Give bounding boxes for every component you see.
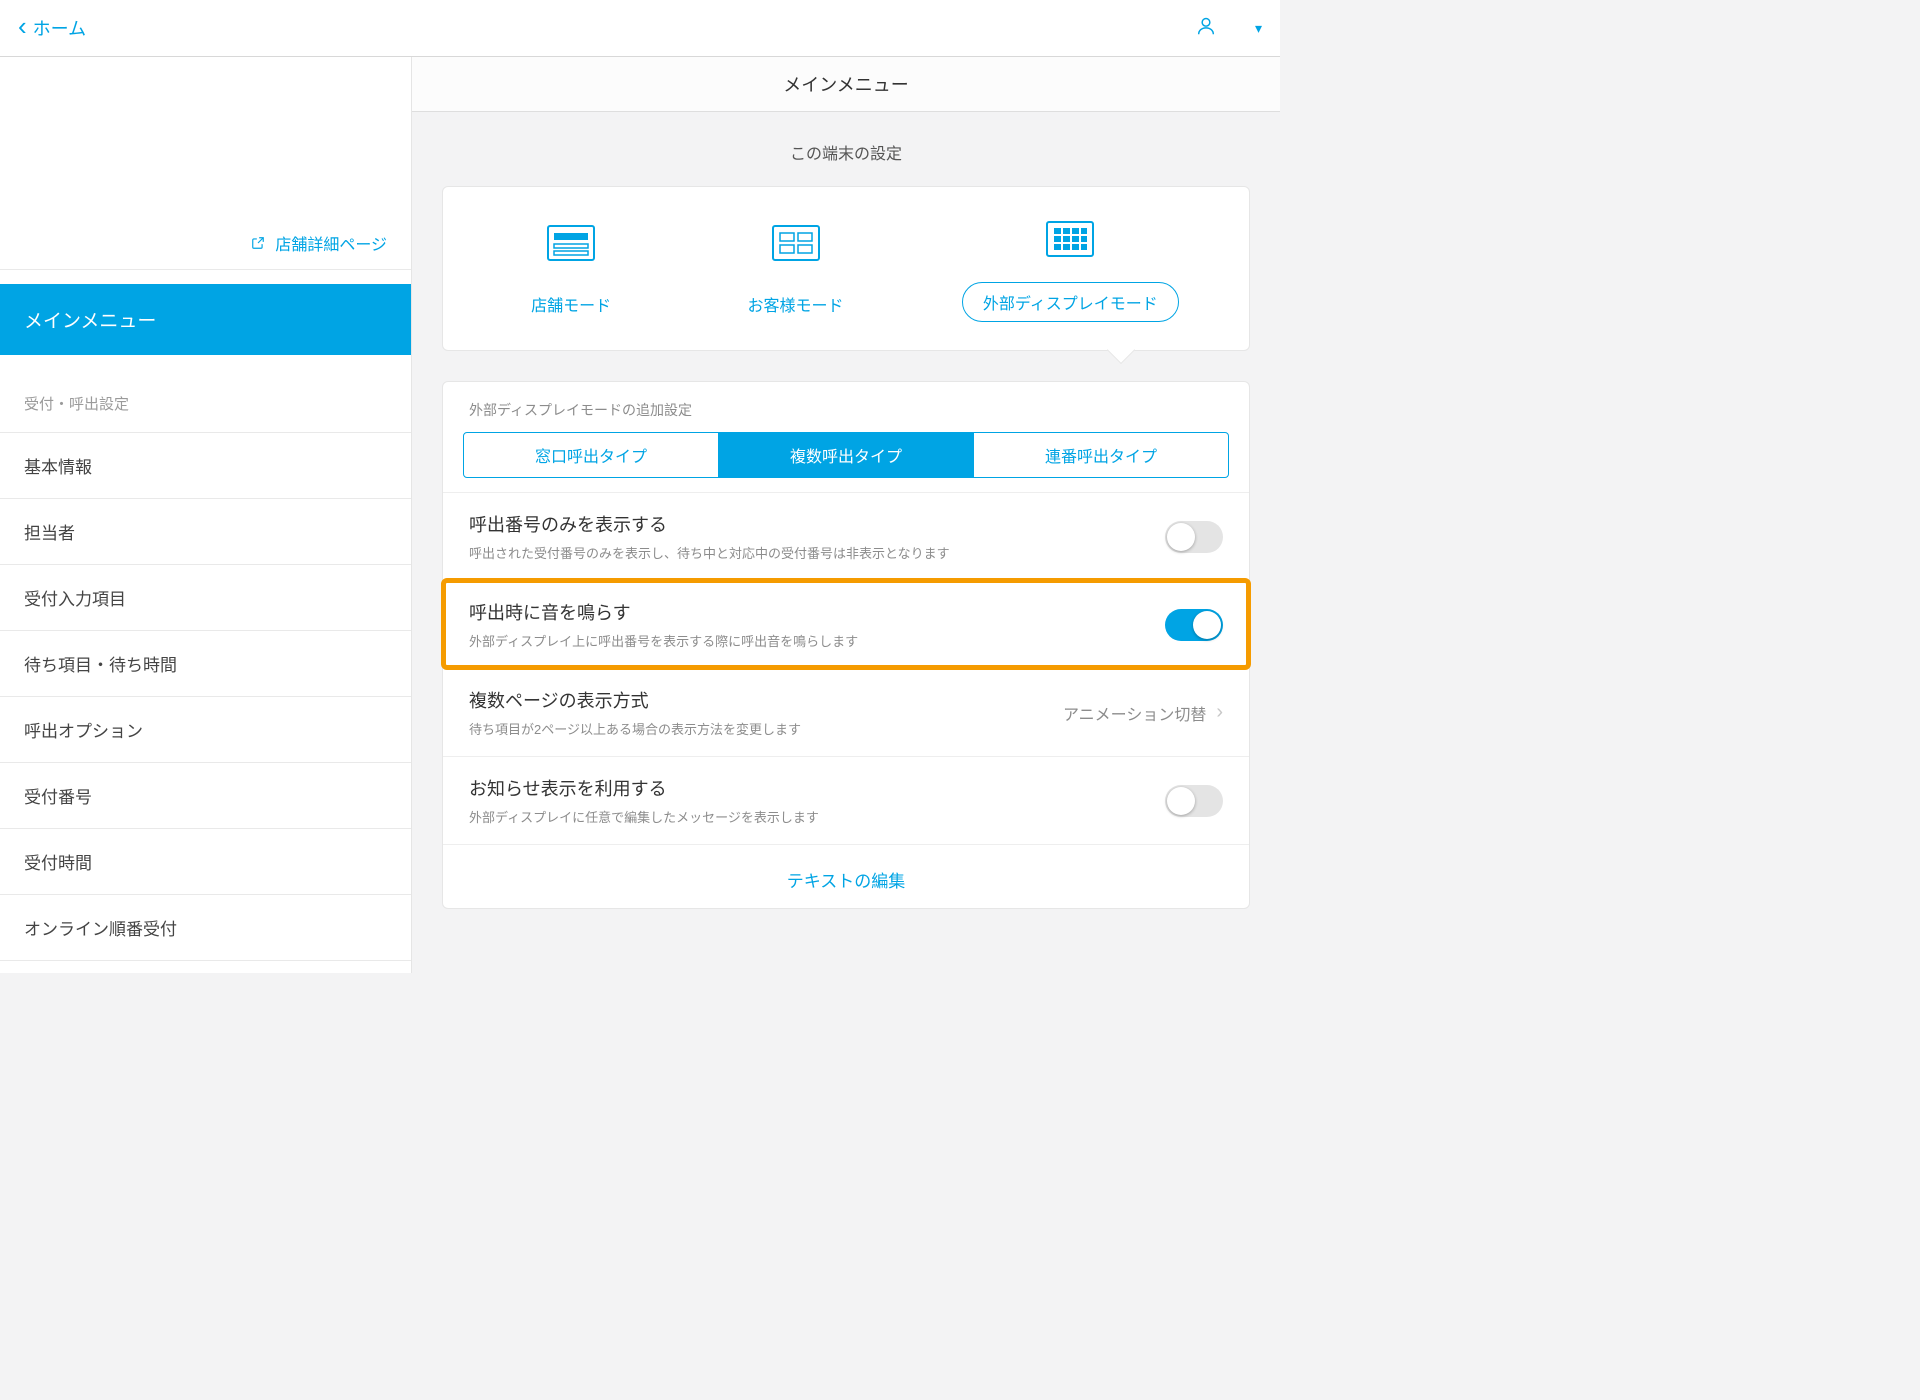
content: 店舗詳細ページ メインメニュー 受付・呼出設定 基本情報 担当者 受付入力項目 … <box>0 57 1280 973</box>
setting-text: お知らせ表示を利用する 外部ディスプレイに任意で編集したメッセージを表示します <box>469 775 819 826</box>
mode-store[interactable]: 店舗モード <box>513 225 629 322</box>
device-settings-label: この端末の設定 <box>412 112 1280 186</box>
toggle-use-notice[interactable] <box>1165 785 1223 817</box>
chevron-right-icon: › <box>1216 701 1223 724</box>
back-button[interactable]: ‹ ホーム <box>18 15 86 42</box>
setting-text: 呼出番号のみを表示する 呼出された受付番号のみを表示し、待ち中と対応中の受付番号… <box>469 511 950 562</box>
setting-desc: 待ち項目が2ページ以上ある場合の表示方法を変更します <box>469 719 801 738</box>
main-panel: メインメニュー この端末の設定 店舗モード お客様モード <box>412 57 1280 973</box>
sidebar-item[interactable]: 呼出オプション <box>0 696 411 762</box>
setting-title: 複数ページの表示方式 <box>469 687 801 713</box>
value-label: アニメーション切替 <box>1063 701 1206 725</box>
toggle-play-sound[interactable] <box>1165 609 1223 641</box>
mode-selector: 店舗モード お客様モード 外部デ <box>442 186 1250 351</box>
sidebar-item[interactable]: 受付入力項目 <box>0 564 411 630</box>
user-icon[interactable] <box>1195 15 1217 42</box>
toggle-knob <box>1167 787 1195 815</box>
mode-external-display[interactable]: 外部ディスプレイモード <box>962 221 1179 322</box>
seg-serial[interactable]: 連番呼出タイプ <box>973 433 1228 477</box>
store-detail-link[interactable]: 店舗詳細ページ <box>0 217 411 270</box>
external-display-mode-icon <box>1046 221 1094 262</box>
sidebar-item[interactable]: 受付時間 <box>0 828 411 894</box>
setting-desc: 呼出された受付番号のみを表示し、待ち中と対応中の受付番号は非表示となります <box>469 543 950 562</box>
setting-title: お知らせ表示を利用する <box>469 775 819 801</box>
mode-customer[interactable]: お客様モード <box>730 225 862 322</box>
setting-value: アニメーション切替 › <box>1063 701 1223 725</box>
settings-panel: 外部ディスプレイモードの追加設定 窓口呼出タイプ 複数呼出タイプ 連番呼出タイプ… <box>442 381 1250 909</box>
sidebar-item[interactable]: 受付番号 <box>0 762 411 828</box>
mode-external-label: 外部ディスプレイモード <box>962 282 1179 322</box>
external-link-icon <box>251 236 265 255</box>
seg-window[interactable]: 窓口呼出タイプ <box>464 433 718 477</box>
setting-title: 呼出番号のみを表示する <box>469 511 950 537</box>
toggle-knob <box>1167 523 1195 551</box>
setting-desc: 外部ディスプレイに任意で編集したメッセージを表示します <box>469 807 819 826</box>
chevron-down-icon[interactable]: ▾ <box>1255 20 1262 37</box>
mode-pointer <box>1107 336 1135 364</box>
mode-store-label: 店舗モード <box>513 286 629 322</box>
sidebar-item[interactable]: 担当者 <box>0 498 411 564</box>
back-label: ホーム <box>33 15 86 41</box>
spacer <box>0 270 411 284</box>
setting-desc: 外部ディスプレイ上に呼出番号を表示する際に呼出音を鳴らします <box>469 631 858 650</box>
setting-title: 呼出時に音を鳴らす <box>469 599 858 625</box>
panel-subtitle: 外部ディスプレイモードの追加設定 <box>443 382 1249 432</box>
setting-text: 呼出時に音を鳴らす 外部ディスプレイ上に呼出番号を表示する際に呼出音を鳴らします <box>469 599 858 650</box>
call-type-segmented: 窓口呼出タイプ 複数呼出タイプ 連番呼出タイプ <box>463 432 1229 478</box>
main-body: この端末の設定 店舗モード お客様モード <box>412 112 1280 909</box>
toggle-show-call-number-only[interactable] <box>1165 521 1223 553</box>
setting-play-sound-on-call: 呼出時に音を鳴らす 外部ディスプレイ上に呼出番号を表示する際に呼出音を鳴らします <box>443 580 1249 668</box>
store-mode-icon <box>547 225 595 266</box>
sidebar-item[interactable]: 基本情報 <box>0 432 411 498</box>
setting-show-call-number-only: 呼出番号のみを表示する 呼出された受付番号のみを表示し、待ち中と対応中の受付番号… <box>443 492 1249 580</box>
toggle-knob <box>1193 611 1221 639</box>
sidebar: 店舗詳細ページ メインメニュー 受付・呼出設定 基本情報 担当者 受付入力項目 … <box>0 57 412 973</box>
sidebar-active-section[interactable]: メインメニュー <box>0 284 411 355</box>
sidebar-item[interactable]: オンライン順番受付 <box>0 894 411 961</box>
sidebar-item[interactable]: 待ち項目・待ち時間 <box>0 630 411 696</box>
main-header: メインメニュー <box>412 57 1280 112</box>
sidebar-spacer <box>0 57 411 217</box>
setting-text: 複数ページの表示方式 待ち項目が2ページ以上ある場合の表示方法を変更します <box>469 687 801 738</box>
chevron-left-icon: ‹ <box>18 11 27 42</box>
customer-mode-icon <box>772 225 820 266</box>
store-detail-label: 店舗詳細ページ <box>275 237 387 254</box>
topbar: ‹ ホーム ▾ <box>0 0 1280 57</box>
spacer <box>0 355 411 387</box>
edit-text-link[interactable]: テキストの編集 <box>443 844 1249 908</box>
sidebar-group-label: 受付・呼出設定 <box>0 387 411 432</box>
mode-customer-label: お客様モード <box>730 286 862 322</box>
setting-use-notice: お知らせ表示を利用する 外部ディスプレイに任意で編集したメッセージを表示します <box>443 756 1249 844</box>
topbar-right: ▾ <box>1195 15 1262 42</box>
setting-multi-page-display[interactable]: 複数ページの表示方式 待ち項目が2ページ以上ある場合の表示方法を変更します アニ… <box>443 668 1249 756</box>
seg-multiple[interactable]: 複数呼出タイプ <box>718 433 973 477</box>
